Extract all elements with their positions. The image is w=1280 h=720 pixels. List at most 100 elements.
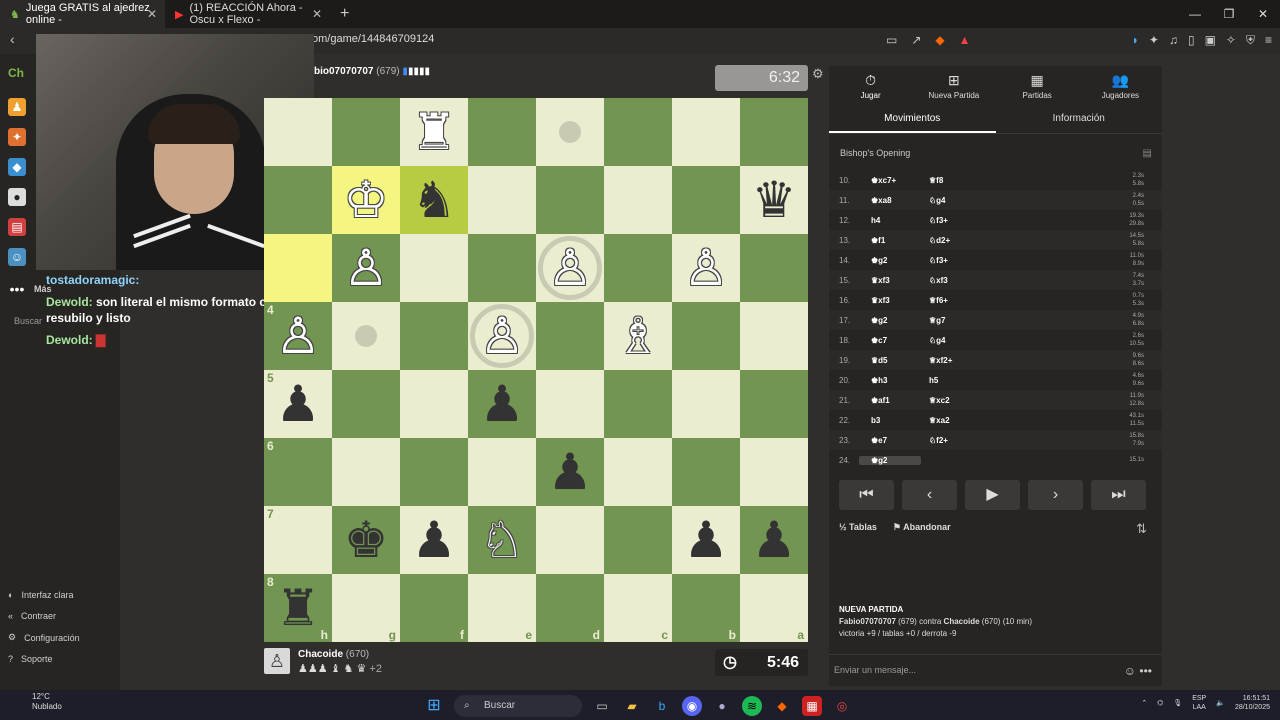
board-square[interactable]: ♟ xyxy=(740,506,808,574)
board-square[interactable]: e xyxy=(468,574,536,642)
watch-icon[interactable]: ● xyxy=(8,188,26,206)
close-window-icon[interactable]: ✕ xyxy=(1246,0,1280,28)
brave-rewards-icon[interactable]: ▲ xyxy=(959,33,971,47)
board-square[interactable] xyxy=(264,166,332,234)
media-icon[interactable]: ♫ xyxy=(1169,33,1178,48)
board-square[interactable] xyxy=(400,370,468,438)
board-square[interactable]: ♙ 4 xyxy=(264,302,332,370)
chess-piece[interactable]: ♟ xyxy=(684,515,729,565)
black-move[interactable]: ♕f8 xyxy=(921,176,983,185)
board-square[interactable]: ♙ xyxy=(332,234,400,302)
news-icon[interactable]: ▤ xyxy=(8,218,26,236)
board-square[interactable] xyxy=(740,370,808,438)
move-hint-dot[interactable] xyxy=(559,121,581,143)
white-move[interactable]: ♚f1 xyxy=(859,236,921,245)
white-move[interactable]: ♚c7 xyxy=(859,336,921,345)
capture-hint-ring[interactable] xyxy=(538,236,602,300)
board-square[interactable] xyxy=(604,506,672,574)
white-move[interactable]: ♚g2 xyxy=(859,316,921,325)
puzzles-icon[interactable]: ✦ xyxy=(8,128,26,146)
play-button[interactable]: ▶ xyxy=(965,480,1020,510)
sidebar-search[interactable]: Buscar xyxy=(14,316,42,326)
board-square[interactable]: ♜ xyxy=(400,98,468,166)
board-square[interactable] xyxy=(536,166,604,234)
board-square[interactable] xyxy=(468,166,536,234)
board-square[interactable] xyxy=(536,506,604,574)
vpn-icon[interactable]: ◗ xyxy=(1132,33,1139,48)
board-square[interactable] xyxy=(604,166,672,234)
board-square[interactable]: ♜ 8 h xyxy=(264,574,332,642)
board-square[interactable] xyxy=(672,302,740,370)
new-tab-button[interactable]: + xyxy=(330,5,359,23)
language-indicator[interactable]: ESP LAA xyxy=(1192,694,1206,712)
black-move[interactable]: ♕xc2 xyxy=(921,396,983,405)
sidebar-item-support[interactable]: ? Soporte xyxy=(8,654,53,664)
volume-icon[interactable]: 🔈 xyxy=(1216,699,1225,707)
player-b[interactable]: Chacoide xyxy=(944,617,980,626)
chess-piece[interactable]: ♜ xyxy=(412,107,457,157)
board-square[interactable]: ♛ xyxy=(740,166,808,234)
board-square[interactable] xyxy=(604,234,672,302)
windows-start-icon[interactable]: ⊞ xyxy=(424,696,444,716)
prev-move-button[interactable]: ‹ xyxy=(902,480,957,510)
chess-piece[interactable]: ♙ xyxy=(276,311,321,361)
url-field[interactable]: om/game/144846709124 xyxy=(312,33,434,45)
app-icon[interactable]: ▦ xyxy=(802,696,822,716)
board-square[interactable] xyxy=(332,438,400,506)
white-move[interactable]: ♚xc7+ xyxy=(859,176,921,185)
restore-icon[interactable]: ❐ xyxy=(1212,0,1246,28)
recording-icon[interactable]: ◎ xyxy=(832,696,852,716)
chess-piece[interactable]: ♟ xyxy=(752,515,797,565)
play-icon[interactable]: ♟ xyxy=(8,98,26,116)
board-square[interactable]: ♟ 5 xyxy=(264,370,332,438)
board-square[interactable] xyxy=(672,438,740,506)
board-square[interactable]: c xyxy=(604,574,672,642)
flip-board-icon[interactable]: ⇅ xyxy=(1136,521,1147,537)
board-square[interactable] xyxy=(536,302,604,370)
board-square[interactable]: g xyxy=(332,574,400,642)
board-square[interactable] xyxy=(468,234,536,302)
chess-piece[interactable]: ♙ xyxy=(344,243,389,293)
chess-piece[interactable]: ♟ xyxy=(276,379,321,429)
player-a[interactable]: Fabio07070707 xyxy=(839,617,896,626)
board-square[interactable]: ♚ xyxy=(332,506,400,574)
black-move[interactable]: ♕xf2+ xyxy=(921,356,983,365)
tab-moves[interactable]: Movimientos xyxy=(829,104,996,133)
first-move-button[interactable]: ⏮ xyxy=(839,480,894,510)
chess-piece[interactable]: ♜ xyxy=(276,583,321,633)
board-square[interactable] xyxy=(740,438,808,506)
brave-shield-icon[interactable]: ◆ xyxy=(935,33,944,47)
social-icon[interactable]: ☺ xyxy=(8,248,26,266)
board-square[interactable] xyxy=(740,234,808,302)
bing-icon[interactable]: b xyxy=(652,696,672,716)
chess-piece[interactable]: ♘ xyxy=(480,515,525,565)
browser-tab-youtube[interactable]: ▶ (1) REACCIÓN Ahora - Oscu x Flexo - ✕ xyxy=(165,0,330,28)
tab-play[interactable]: ⏱ Jugar xyxy=(829,66,912,104)
ai-icon[interactable]: ✧ xyxy=(1226,33,1236,48)
board-square[interactable] xyxy=(604,370,672,438)
board-square[interactable] xyxy=(264,98,332,166)
board-square[interactable]: b xyxy=(672,574,740,642)
brave-icon[interactable]: ◆ xyxy=(772,696,792,716)
board-square[interactable] xyxy=(672,98,740,166)
chess-piece[interactable]: ♙ xyxy=(684,243,729,293)
chess-piece[interactable]: ♞ xyxy=(412,175,457,225)
board-square[interactable]: ♞ xyxy=(400,166,468,234)
share-icon[interactable]: ↗ xyxy=(911,33,921,47)
white-move[interactable]: ♚g2 xyxy=(859,455,921,465)
black-move[interactable]: ♕xa2 xyxy=(921,416,983,425)
chess-piece[interactable]: ♔ xyxy=(344,175,389,225)
black-move[interactable]: h5 xyxy=(921,376,983,385)
emoji-icon[interactable]: ☺ ••• xyxy=(1124,664,1152,678)
white-move[interactable]: b3 xyxy=(859,416,921,425)
white-move[interactable]: ♚af1 xyxy=(859,396,921,405)
black-move[interactable]: ♕g7 xyxy=(921,316,983,325)
board-square[interactable] xyxy=(672,370,740,438)
taskview-icon[interactable]: ▭ xyxy=(592,696,612,716)
last-move-button[interactable]: ⏭ xyxy=(1091,480,1146,510)
black-move[interactable]: ♕f6+ xyxy=(921,296,983,305)
white-move[interactable]: h4 xyxy=(859,216,921,225)
board-square[interactable]: 6 xyxy=(264,438,332,506)
tab-players[interactable]: 👥 Jugadores xyxy=(1079,66,1162,104)
board-square[interactable] xyxy=(604,98,672,166)
